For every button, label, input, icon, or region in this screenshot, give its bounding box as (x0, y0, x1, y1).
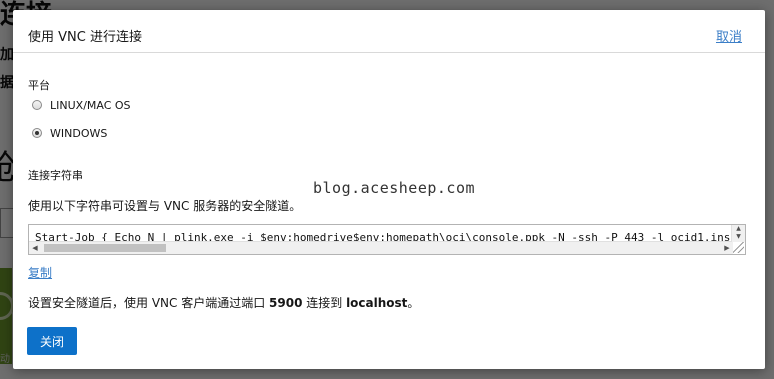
scrollbar-thumb[interactable] (44, 244, 166, 252)
radio-windows[interactable]: WINDOWS (32, 126, 107, 140)
radio-button[interactable] (32, 100, 42, 110)
host-name: localhost (346, 296, 408, 310)
horizontal-scrollbar[interactable]: ◀ ▶ (29, 241, 733, 254)
description-text: 使用以下字符串可设置与 VNC 服务器的安全隧道。 (28, 199, 302, 213)
cancel-link[interactable]: 取消 (716, 26, 742, 45)
note-text: 。 (407, 296, 420, 310)
close-button[interactable]: 关闭 (27, 327, 77, 355)
triangle-down-icon[interactable]: ▼ (732, 233, 745, 241)
radio-label: LINUX/MAC OS (50, 98, 131, 112)
triangle-up-icon[interactable]: ▲ (732, 225, 745, 233)
resize-grip-icon[interactable] (733, 242, 744, 253)
dialog-title: 使用 VNC 进行连接 (28, 30, 142, 45)
vnc-connect-dialog: 使用 VNC 进行连接 取消 平台 LINUX/MAC OS WINDOWS 连… (13, 10, 765, 369)
dialog-header: 使用 VNC 进行连接 取消 (13, 10, 765, 53)
triangle-left-icon[interactable]: ◀ (29, 242, 41, 254)
vertical-scrollbar[interactable]: ▲ ▼ (731, 225, 745, 242)
copy-link[interactable]: 复制 (28, 264, 52, 281)
watermark: blog.acesheep.com (313, 179, 476, 197)
radio-label: WINDOWS (50, 126, 108, 140)
triangle-right-icon[interactable]: ▶ (721, 242, 733, 254)
port-number: 5900 (269, 296, 303, 310)
connection-string-field[interactable]: Start-Job { Echo N | plink.exe -i $env:h… (28, 224, 746, 255)
note-text: 设置安全隧道后，使用 VNC 客户端通过端口 (28, 296, 270, 310)
platform-label: 平台 (28, 79, 50, 92)
connection-string-label: 连接字符串 (28, 169, 83, 182)
radio-button[interactable] (32, 128, 42, 138)
radio-linux-mac[interactable]: LINUX/MAC OS (32, 98, 131, 112)
tunnel-note: 设置安全隧道后，使用 VNC 客户端通过端口 5900 连接到 localhos… (28, 294, 419, 311)
note-text: 连接到 (302, 296, 347, 310)
